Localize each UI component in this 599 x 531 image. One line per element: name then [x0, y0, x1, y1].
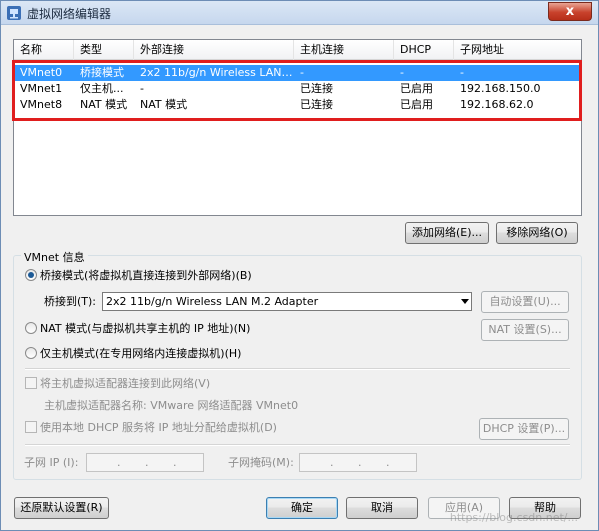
- nat-mode-option[interactable]: NAT 模式(与虚拟机共享主机的 IP 地址)(N): [25, 321, 250, 337]
- cell-external: NAT 模式: [140, 98, 188, 111]
- chevron-down-icon[interactable]: [461, 299, 469, 304]
- table-row[interactable]: VMnet1 仅主机... - 已连接 已启用 192.168.150.0: [15, 81, 580, 97]
- divider: [25, 368, 570, 370]
- nat-mode-label: NAT 模式(与虚拟机共享主机的 IP 地址)(N): [40, 322, 251, 335]
- cell-subnet: 192.168.150.0: [460, 82, 541, 95]
- column-header-subnet[interactable]: 子网地址: [454, 40, 581, 60]
- cell-dhcp: 已启用: [400, 98, 433, 111]
- nat-settings-button[interactable]: NAT 设置(S)...: [481, 319, 569, 341]
- column-header-dhcp[interactable]: DHCP: [394, 40, 454, 60]
- column-header-name[interactable]: 名称: [14, 40, 74, 60]
- cell-subnet: 192.168.62.0: [460, 98, 534, 111]
- subnet-mask-field[interactable]: . . .: [299, 453, 417, 472]
- watermark: https://blog.csdn.net/...: [449, 511, 578, 524]
- cell-dhcp: -: [400, 66, 404, 79]
- dhcp-settings-button[interactable]: DHCP 设置(P)...: [479, 418, 569, 440]
- cell-host: 已连接: [300, 82, 333, 95]
- cell-external: 2x2 11b/g/n Wireless LAN M...: [140, 66, 295, 79]
- use-dhcp-option[interactable]: 使用本地 DHCP 服务将 IP 地址分配给虚拟机(D): [25, 420, 277, 436]
- cell-name: VMnet1: [20, 82, 63, 95]
- connect-adapter-option[interactable]: 将主机虚拟适配器连接到此网络(V): [25, 376, 210, 392]
- cell-external: -: [140, 82, 144, 95]
- bridged-to-select[interactable]: 2x2 11b/g/n Wireless LAN M.2 Adapter: [102, 292, 472, 311]
- use-dhcp-label: 使用本地 DHCP 服务将 IP 地址分配给虚拟机(D): [40, 421, 277, 434]
- column-header-host[interactable]: 主机连接: [294, 40, 394, 60]
- auto-settings-button[interactable]: 自动设置(U)...: [481, 291, 569, 313]
- vmnet-info-title: VMnet 信息: [21, 249, 88, 265]
- connect-adapter-checkbox[interactable]: [25, 377, 37, 389]
- column-header-type[interactable]: 类型: [74, 40, 134, 60]
- cell-type: NAT 模式: [80, 98, 128, 111]
- close-button[interactable]: x: [548, 2, 592, 21]
- bridged-to-label: 桥接到(T):: [44, 295, 97, 308]
- bridged-to-value: 2x2 11b/g/n Wireless LAN M.2 Adapter: [106, 295, 319, 308]
- window-title: 虚拟网络编辑器: [27, 7, 112, 21]
- close-icon: x: [565, 4, 575, 19]
- cancel-button[interactable]: 取消: [346, 497, 418, 519]
- column-header-external[interactable]: 外部连接: [134, 40, 294, 60]
- remove-network-button[interactable]: 移除网络(O): [496, 222, 578, 244]
- ok-button[interactable]: 确定: [266, 497, 338, 519]
- ip-dot: .: [358, 456, 362, 469]
- bridged-mode-label: 桥接模式(将虚拟机直接连接到外部网络)(B): [40, 269, 252, 282]
- use-dhcp-checkbox[interactable]: [25, 421, 37, 433]
- ip-dot: .: [330, 456, 334, 469]
- adapter-name-label: 主机虚拟适配器名称: VMware 网络适配器 VMnet0: [44, 399, 299, 412]
- ip-dot: .: [145, 456, 149, 469]
- network-list[interactable]: 名称 类型 外部连接 主机连接 DHCP 子网地址 VMnet0 桥接模式 2x…: [13, 39, 582, 216]
- bridged-mode-option[interactable]: 桥接模式(将虚拟机直接连接到外部网络)(B): [25, 268, 252, 284]
- virtual-network-editor-window: 虚拟网络编辑器 x 名称 类型 外部连接 主机连接 DHCP 子网地址 VMne…: [0, 0, 599, 531]
- cell-host: 已连接: [300, 98, 333, 111]
- cell-dhcp: 已启用: [400, 82, 433, 95]
- bridged-mode-radio[interactable]: [25, 269, 37, 281]
- subnet-ip-field[interactable]: . . .: [86, 453, 204, 472]
- add-network-button[interactable]: 添加网络(E)...: [405, 222, 489, 244]
- cell-host: -: [300, 66, 304, 79]
- cell-name: VMnet8: [20, 98, 63, 111]
- ip-dot: .: [117, 456, 121, 469]
- table-row[interactable]: VMnet0 桥接模式 2x2 11b/g/n Wireless LAN M..…: [15, 65, 580, 81]
- cell-subnet: -: [460, 66, 464, 79]
- ip-dot: .: [386, 456, 390, 469]
- host-only-mode-label: 仅主机模式(在专用网络内连接虚拟机)(H): [40, 347, 242, 360]
- list-header: 名称 类型 外部连接 主机连接 DHCP 子网地址: [14, 40, 581, 60]
- cell-type: 桥接模式: [80, 66, 124, 79]
- cell-type: 仅主机...: [80, 82, 124, 95]
- ip-dot: .: [173, 456, 177, 469]
- table-row[interactable]: VMnet8 NAT 模式 NAT 模式 已连接 已启用 192.168.62.…: [15, 97, 580, 113]
- subnet-ip-label: 子网 IP (I):: [24, 456, 79, 469]
- host-only-mode-radio[interactable]: [25, 347, 37, 359]
- cell-name: VMnet0: [20, 66, 63, 79]
- restore-defaults-button[interactable]: 还原默认设置(R): [14, 497, 109, 519]
- title-bar[interactable]: 虚拟网络编辑器 x: [1, 1, 598, 25]
- connect-adapter-label: 将主机虚拟适配器连接到此网络(V): [40, 377, 211, 390]
- vmware-network-icon: [7, 6, 21, 20]
- divider: [25, 444, 570, 446]
- subnet-mask-label: 子网掩码(M):: [228, 456, 294, 469]
- host-only-mode-option[interactable]: 仅主机模式(在专用网络内连接虚拟机)(H): [25, 346, 241, 362]
- nat-mode-radio[interactable]: [25, 322, 37, 334]
